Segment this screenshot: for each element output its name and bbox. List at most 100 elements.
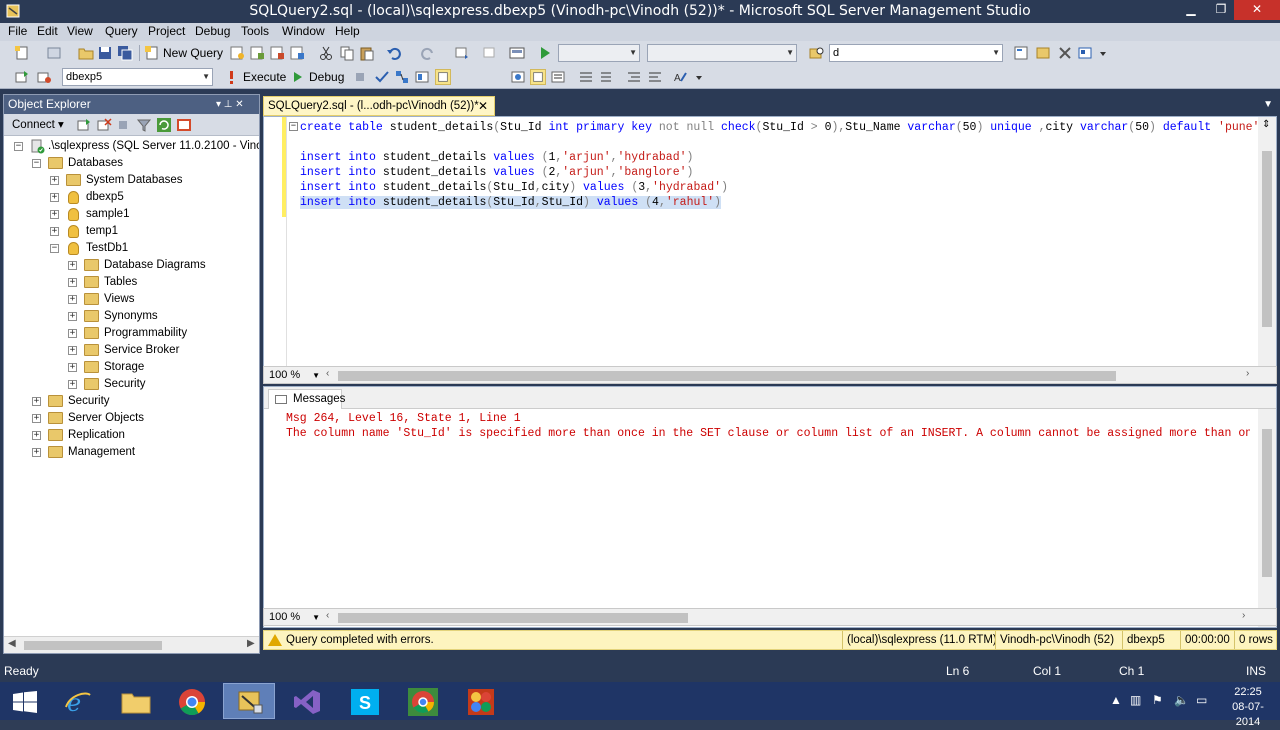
mdx-query-icon[interactable] <box>269 45 285 61</box>
scroll-right-arrow-icon[interactable]: › <box>1246 368 1249 379</box>
expand-toggle-icon[interactable]: + <box>50 193 59 202</box>
taskbar-file-explorer[interactable] <box>110 683 162 719</box>
navigate-backward-icon[interactable] <box>454 45 470 61</box>
new-query-button[interactable]: New Query <box>163 46 223 60</box>
client-statistics-icon[interactable] <box>530 69 546 85</box>
menu-debug[interactable]: Debug <box>195 24 230 38</box>
keyboard-icon[interactable]: ▭ <box>1196 693 1207 707</box>
collapse-toggle-icon[interactable]: − <box>32 159 41 168</box>
disconnect-icon[interactable] <box>96 117 112 133</box>
cancel-query-icon[interactable] <box>352 69 368 85</box>
find-combo[interactable]: d ▼ <box>829 44 1003 62</box>
taskbar-chrome-app[interactable] <box>397 683 449 719</box>
debug-play-icon[interactable] <box>290 69 306 85</box>
new-query-icon[interactable] <box>144 45 160 61</box>
taskbar-visual-studio[interactable] <box>281 683 333 719</box>
expand-toggle-icon[interactable]: + <box>68 312 77 321</box>
panel-pin-controls[interactable]: ▾ ⊥ ✕ <box>216 95 244 114</box>
expand-toggle-icon[interactable]: + <box>68 329 77 338</box>
taskbar-chrome[interactable] <box>166 683 218 719</box>
query-designer-icon[interactable] <box>414 69 430 85</box>
show-hidden-icons-icon[interactable]: ▲ <box>1110 693 1122 707</box>
scroll-left-arrow-icon[interactable]: ◀ <box>8 638 16 649</box>
editor-zoom-select[interactable]: 100 % ▼ <box>266 368 322 383</box>
taskbar-app-launcher[interactable] <box>455 683 507 719</box>
debug-button[interactable]: Debug <box>309 70 344 84</box>
change-connection-icon[interactable] <box>36 69 52 85</box>
menu-tools[interactable]: Tools <box>241 24 269 38</box>
db-engine-query-icon[interactable] <box>229 45 245 61</box>
filter-icon[interactable] <box>136 117 152 133</box>
expand-toggle-icon[interactable]: + <box>68 380 77 389</box>
menu-project[interactable]: Project <box>148 24 185 38</box>
taskbar-ssms[interactable] <box>223 683 275 719</box>
available-databases-combo[interactable]: dbexp5 ▼ <box>62 68 213 86</box>
scroll-right-arrow-icon[interactable]: › <box>1242 610 1245 621</box>
solution-platform-combo[interactable]: ▼ <box>647 44 797 62</box>
connect-object-explorer-icon[interactable] <box>76 117 92 133</box>
new-project-icon[interactable] <box>14 45 30 61</box>
solution-explorer-icon[interactable] <box>509 45 525 61</box>
connect-icon[interactable] <box>14 69 30 85</box>
taskbar-internet-explorer[interactable]: e <box>52 683 104 719</box>
refresh-icon[interactable] <box>156 117 172 133</box>
intellisense-icon[interactable] <box>435 69 451 85</box>
save-icon[interactable] <box>97 45 113 61</box>
display-plan-icon[interactable] <box>394 69 410 85</box>
copy-icon[interactable] <box>339 45 355 61</box>
menu-edit[interactable]: Edit <box>37 24 58 38</box>
results-to-grid-icon[interactable] <box>578 69 594 85</box>
expand-toggle-icon[interactable]: + <box>68 363 77 372</box>
expand-toggle-icon[interactable]: + <box>32 431 41 440</box>
connect-button[interactable]: Connect ▾ <box>12 117 64 131</box>
object-explorer-icon[interactable] <box>1035 45 1051 61</box>
scroll-left-arrow-icon[interactable]: ‹ <box>326 610 329 621</box>
minimize-button[interactable]: ▁ <box>1176 0 1206 20</box>
navigate-forward-icon[interactable] <box>482 45 498 61</box>
split-handle-icon[interactable]: ⇕ <box>1262 119 1270 131</box>
network-icon[interactable]: ▥ <box>1130 693 1141 707</box>
properties-window-icon[interactable] <box>1013 45 1029 61</box>
include-plan-icon[interactable] <box>510 69 526 85</box>
execute-icon[interactable] <box>224 69 240 85</box>
results-to-text-icon[interactable] <box>550 69 566 85</box>
redo-icon[interactable] <box>420 45 436 61</box>
scroll-left-arrow-icon[interactable]: ‹ <box>326 368 329 379</box>
menu-window[interactable]: Window <box>282 24 325 38</box>
scroll-right-arrow-icon[interactable]: ▶ <box>247 638 255 649</box>
find-in-files-icon[interactable] <box>809 45 825 61</box>
taskbar-clock[interactable]: 22:25 08-07-2014 <box>1220 685 1276 730</box>
scrollbar-thumb[interactable] <box>24 641 162 650</box>
results-zoom-select[interactable]: 100 % ▼ <box>266 610 322 625</box>
maximize-button[interactable]: ❐ <box>1206 0 1236 20</box>
paste-icon[interactable] <box>359 45 375 61</box>
parse-checkmark-icon[interactable] <box>374 69 390 85</box>
results-to-file-icon[interactable] <box>597 69 613 85</box>
expand-toggle-icon[interactable]: + <box>32 397 41 406</box>
activity-monitor-icon[interactable] <box>176 117 192 133</box>
collapse-toggle-icon[interactable]: − <box>14 142 23 151</box>
taskbar-skype[interactable]: S <box>339 683 391 719</box>
editor-hscroll-thumb[interactable] <box>338 371 1116 381</box>
solution-config-combo[interactable]: ▼ <box>558 44 640 62</box>
collapse-toggle-icon[interactable]: − <box>50 244 59 253</box>
results-hscroll-thumb[interactable] <box>338 613 688 623</box>
toolbar-options-icon[interactable] <box>691 69 707 85</box>
outline-collapse-icon[interactable]: − <box>289 122 298 131</box>
expand-toggle-icon[interactable]: + <box>68 346 77 355</box>
menu-query[interactable]: Query <box>105 24 138 38</box>
tab-sqlquery2[interactable]: SQLQuery2.sql - (l...odh-pc\Vinodh (52))… <box>263 96 495 116</box>
template-explorer-icon[interactable] <box>1077 45 1093 61</box>
close-button[interactable]: ✕ <box>1234 0 1280 20</box>
uncomment-lines-icon[interactable] <box>647 69 663 85</box>
open-file-icon[interactable] <box>78 45 94 61</box>
tab-close-icon[interactable]: ✕ <box>478 97 488 115</box>
sql-editor[interactable]: − create table student_details (Stu_Id in… <box>263 116 1277 368</box>
stop-icon[interactable] <box>115 117 131 133</box>
toolbar-options-icon[interactable] <box>1095 45 1111 61</box>
add-item-icon[interactable] <box>46 45 62 61</box>
tab-list-dropdown-icon[interactable]: ▼ <box>1263 99 1273 110</box>
tab-messages[interactable]: Messages <box>268 389 345 409</box>
volume-icon[interactable]: 🔈 <box>1174 693 1189 707</box>
expand-toggle-icon[interactable]: + <box>68 261 77 270</box>
